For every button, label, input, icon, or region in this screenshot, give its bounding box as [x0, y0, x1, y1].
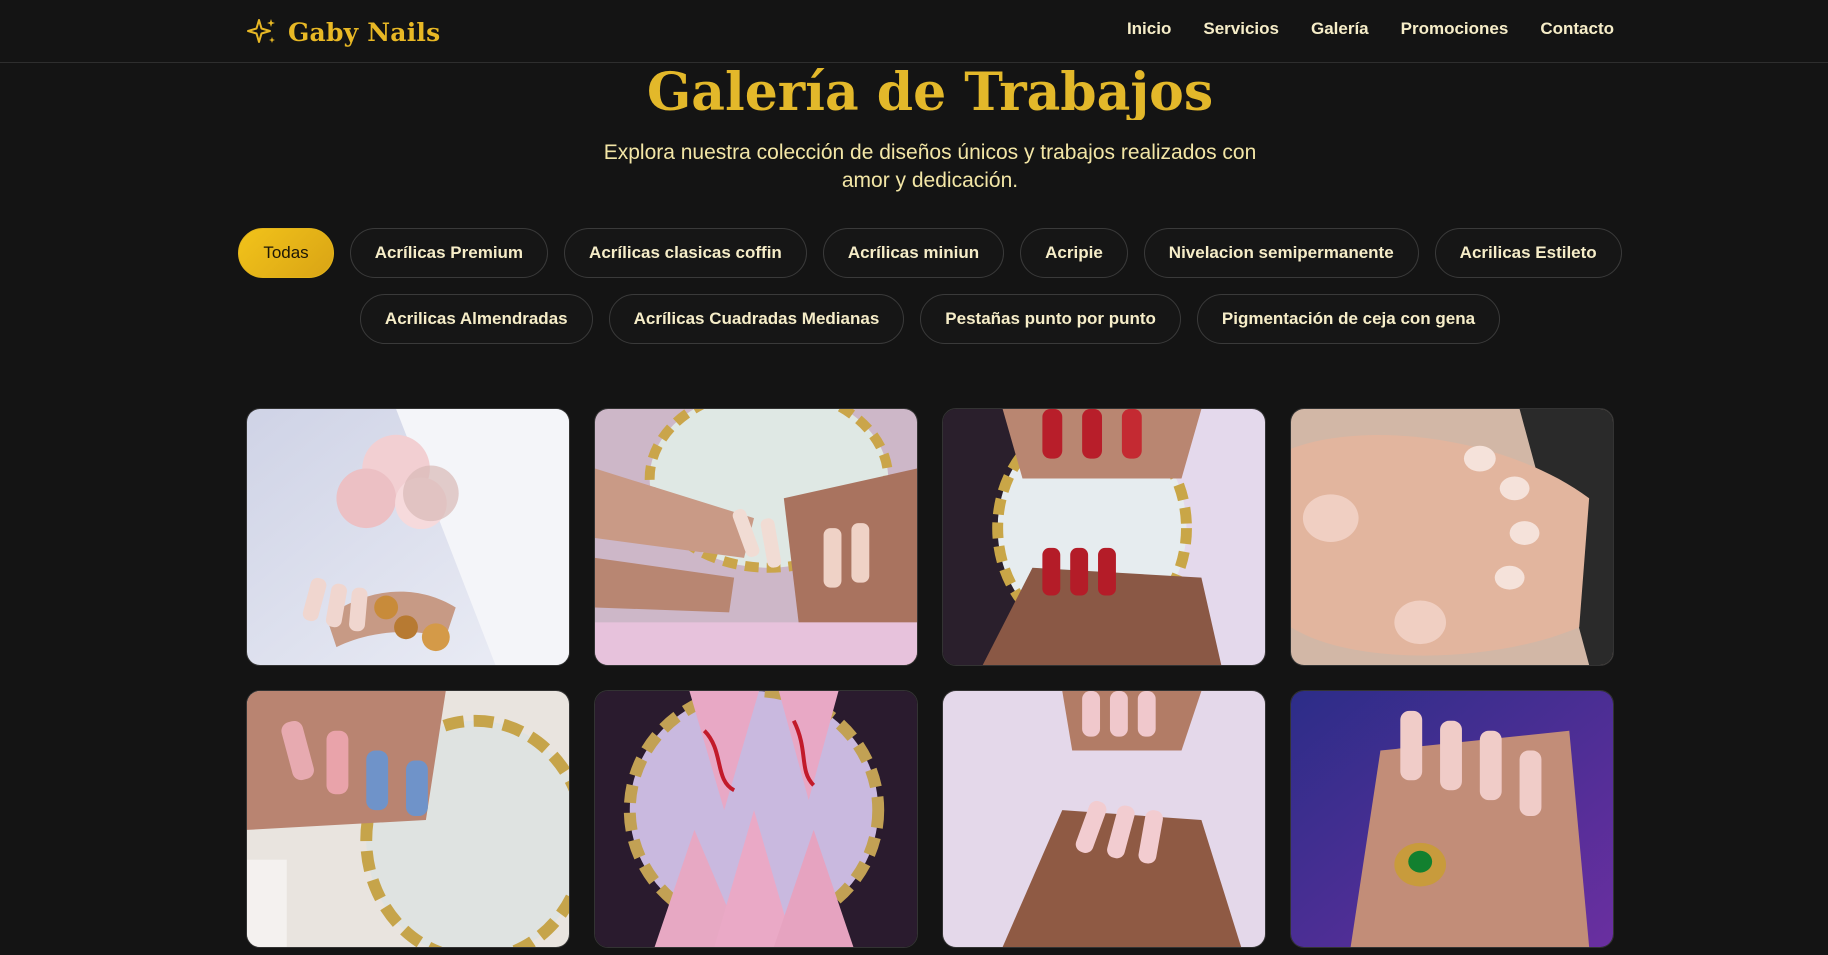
filter-pestanas-punto-por-punto[interactable]: Pestañas punto por punto [920, 294, 1181, 344]
gallery-photo[interactable] [246, 408, 570, 666]
nav-link-galeria[interactable]: Galería [1311, 19, 1369, 39]
nail-photo-image [247, 691, 569, 947]
gallery-photo[interactable] [942, 690, 1266, 948]
filter-acrilicas-clasicas-coffin[interactable]: Acrílicas clasicas coffin [564, 228, 807, 278]
filter-todas[interactable]: Todas [238, 228, 334, 278]
nail-photo-image [247, 409, 569, 665]
filter-pigmentacion-de-ceja[interactable]: Pigmentación de ceja con gena [1196, 294, 1501, 344]
nail-photo-image [1291, 691, 1613, 947]
main-nav: Inicio Servicios Galería Promociones Con… [1127, 19, 1614, 39]
filter-acrilicas-miniun[interactable]: Acrílicas miniun [822, 228, 1005, 278]
gallery-photo[interactable] [594, 408, 918, 666]
top-navbar: Gaby Nails Inicio Servicios Galería Prom… [0, 0, 1828, 63]
nav-link-promociones[interactable]: Promociones [1401, 19, 1509, 39]
nail-photo-image [595, 691, 917, 947]
gallery-grid [246, 408, 1614, 948]
nail-photo-image [943, 691, 1265, 947]
filter-acrilicas-cuadradas-medianas[interactable]: Acrílicas Cuadradas Medianas [608, 294, 905, 344]
sparkles-icon [247, 19, 275, 43]
category-filters: Todas Acrílicas Premium Acrílicas clasic… [230, 228, 1630, 344]
filter-acripie[interactable]: Acripie [1020, 228, 1128, 278]
filter-acrilicas-almendradas[interactable]: Acrilicas Almendradas [359, 294, 593, 344]
brand-name: Gaby Nails [288, 17, 441, 47]
page-title: Galería de Trabajos [646, 62, 1214, 120]
gallery-photo[interactable] [1290, 408, 1614, 666]
gallery-photo[interactable] [942, 408, 1266, 666]
nav-link-servicios[interactable]: Servicios [1203, 19, 1279, 39]
nail-photo-image [595, 409, 917, 665]
nav-link-inicio[interactable]: Inicio [1127, 19, 1171, 39]
gallery-photo[interactable] [1290, 690, 1614, 948]
filter-nivelacion-semipermanente[interactable]: Nivelacion semipermanente [1143, 228, 1419, 278]
nav-link-contacto[interactable]: Contacto [1540, 19, 1614, 39]
page-subtitle: Explora nuestra colección de diseños úni… [603, 141, 1257, 192]
filter-acrilicas-estileto[interactable]: Acrilicas Estileto [1434, 228, 1622, 278]
brand-logo[interactable]: Gaby Nails [246, 14, 440, 50]
filter-acrilicas-premium[interactable]: Acrílicas Premium [349, 228, 549, 278]
gallery-photo[interactable] [246, 690, 570, 948]
gallery-photo[interactable] [594, 690, 918, 948]
nail-photo-image [1291, 409, 1613, 665]
nail-photo-image [943, 409, 1265, 665]
